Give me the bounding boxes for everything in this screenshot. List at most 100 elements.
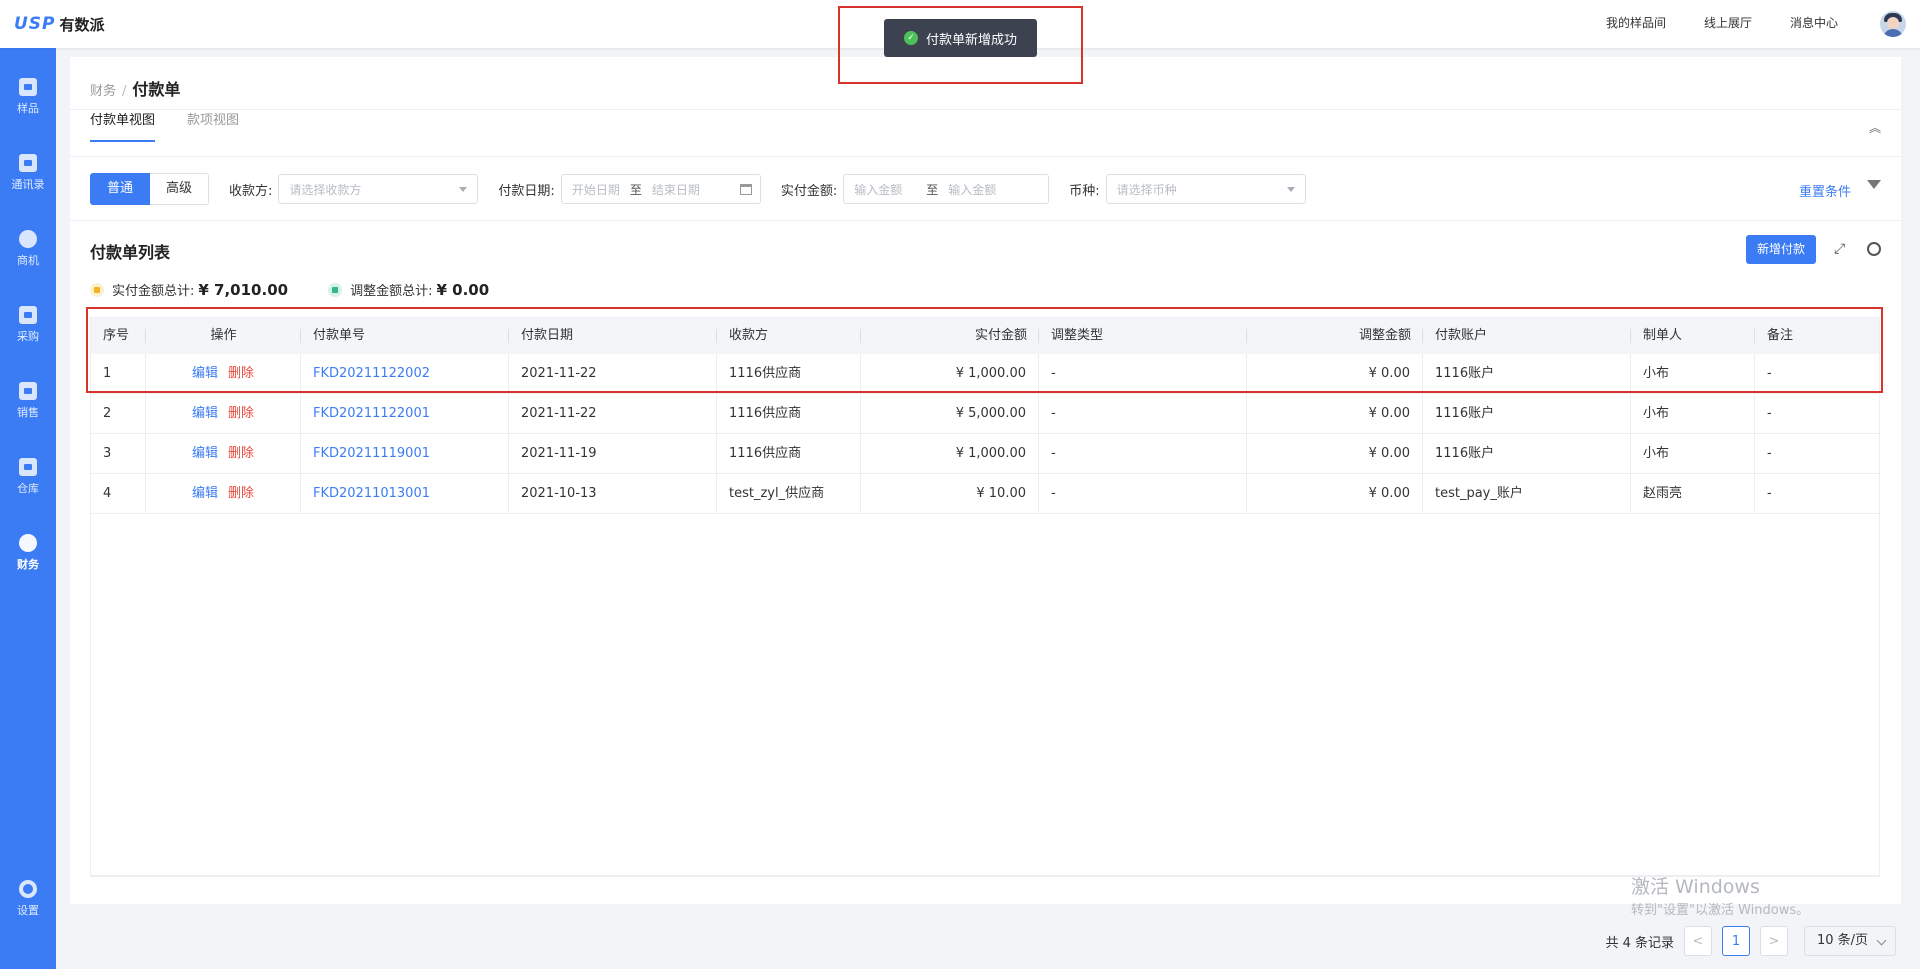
sidebar-item-contacts[interactable]: 通讯录 — [0, 154, 56, 214]
table-bottom-border — [91, 875, 1879, 876]
amount-range[interactable]: 输入金额 至 输入金额 — [843, 174, 1050, 204]
basket-icon — [19, 306, 37, 324]
col-adj: 调整金额 — [1247, 318, 1423, 354]
currency-select[interactable]: 请选择币种 — [1105, 174, 1306, 204]
edit-link[interactable]: 编辑 — [192, 406, 218, 421]
payee-select[interactable]: 请选择收款方 — [278, 174, 479, 204]
amount-label: 实付金额: — [780, 183, 838, 199]
edit-link[interactable]: 编辑 — [192, 486, 218, 501]
cell-payee: 1116供应商 — [717, 434, 861, 474]
payment-code-link[interactable]: FKD20211122001 — [313, 406, 430, 421]
total-adjust-label: 调整金额总计: — [350, 284, 433, 299]
tab-payment-view[interactable]: 付款单视图 — [90, 109, 156, 142]
settings-gear-icon[interactable] — [1867, 242, 1881, 256]
cell-actions: 编辑 删除 — [146, 394, 301, 434]
cell-adj-type: - — [1039, 354, 1247, 394]
totals-summary: 实付金额总计: ¥ 7,010.00 调整金额总计: ¥ 0.00 — [90, 280, 529, 299]
logo[interactable]: USP 有数派 — [14, 13, 105, 35]
avatar-body — [1883, 29, 1903, 37]
col-no: 序号 — [91, 318, 146, 354]
clipboard-check-icon — [19, 382, 37, 400]
col-payee: 收款方 — [717, 318, 861, 354]
sidebar-item-purchase[interactable]: 采购 — [0, 306, 56, 366]
divider — [70, 109, 1901, 110]
total-paid-label: 实付金额总计: — [112, 284, 195, 299]
mode-advanced-button[interactable]: 高级 — [150, 173, 210, 205]
tab-item-view[interactable]: 款项视图 — [187, 109, 239, 142]
cell-paid: ¥ 1,000.00 — [861, 434, 1039, 474]
nav-my-sample-room[interactable]: 我的样品间 — [1606, 14, 1666, 31]
payment-code-link[interactable]: FKD20211013001 — [313, 486, 430, 501]
sidebar-item-settings[interactable]: 设置 — [0, 880, 56, 940]
avatar[interactable] — [1880, 11, 1906, 37]
filter-icon[interactable] — [1867, 180, 1881, 189]
sidebar-item-label: 通讯录 — [11, 178, 45, 191]
date-start-placeholder: 开始日期 — [571, 182, 620, 197]
total-adjust-value: ¥ 0.00 — [436, 280, 490, 299]
sidebar-item-samples[interactable]: 样品 — [0, 78, 56, 138]
total-adjust: 调整金额总计: ¥ 0.00 — [328, 280, 489, 299]
money-bag-icon — [19, 534, 37, 552]
cell-paid: ¥ 10.00 — [861, 474, 1039, 514]
currency-label: 币种: — [1069, 183, 1100, 199]
edit-link[interactable]: 编辑 — [192, 446, 218, 461]
delete-link[interactable]: 删除 — [228, 366, 254, 381]
sidebar-item-opportunities[interactable]: 商机 — [0, 230, 56, 290]
table-row: 3 编辑 删除 FKD20211119001 2021-11-19 1116供应商… — [91, 434, 1879, 474]
col-maker: 制单人 — [1631, 318, 1755, 354]
cell-payee: test_zyl_供应商 — [717, 474, 861, 514]
cell-account: 1116账户 — [1423, 434, 1631, 474]
cell-adj: ¥ 0.00 — [1247, 354, 1423, 394]
cell-note: - — [1767, 486, 1772, 501]
breadcrumb-separator: / — [122, 84, 127, 99]
fullscreen-icon[interactable]: ⤢ — [1834, 242, 1848, 256]
nav-online-showroom[interactable]: 线上展厅 — [1704, 14, 1752, 31]
date-range-to: 至 — [629, 182, 642, 197]
reset-filters-button[interactable]: 重置条件 — [1799, 181, 1851, 200]
nav-message-center[interactable]: 消息中心 — [1790, 14, 1838, 31]
payment-code-link[interactable]: FKD20211119001 — [313, 446, 430, 461]
total-paid: 实付金额总计: ¥ 7,010.00 — [90, 280, 288, 299]
caret-down-icon — [459, 187, 468, 192]
pagination-total: 共 4 条记录 — [1605, 935, 1674, 951]
cell-date: 2021-11-19 — [509, 434, 717, 474]
table-row: 4 编辑 删除 FKD20211013001 2021-10-13 test_zy… — [91, 474, 1879, 514]
cell-payee: 1116供应商 — [717, 354, 861, 394]
cell-actions: 编辑 删除 — [146, 474, 301, 514]
mode-normal-button[interactable]: 普通 — [90, 173, 151, 205]
add-payment-button[interactable]: 新增付款 — [1745, 235, 1816, 264]
sidebar-item-warehouse[interactable]: 仓库 — [0, 458, 56, 518]
date-end-placeholder: 结束日期 — [651, 182, 700, 197]
breadcrumb-parent[interactable]: 财务 — [90, 84, 116, 99]
cell-adj-type: - — [1039, 394, 1247, 434]
edit-link[interactable]: 编辑 — [192, 366, 218, 381]
sidebar-item-finance[interactable]: 财务 — [0, 534, 56, 594]
prev-page-button[interactable]: < — [1684, 926, 1712, 956]
amount-max-placeholder: 输入金额 — [948, 182, 997, 197]
page-title: 付款单 — [132, 80, 181, 99]
delete-link[interactable]: 删除 — [228, 486, 254, 501]
warehouse-icon — [19, 458, 37, 476]
logo-mark: USP — [14, 14, 56, 34]
payment-date-range[interactable]: 开始日期 至 结束日期 — [560, 174, 761, 204]
payment-code-link[interactable]: FKD20211122002 — [313, 366, 430, 381]
page-size-select[interactable]: 10 条/页 — [1804, 926, 1896, 956]
main-card: 财务 / 付款单 付款单视图 款项视图 ︽ 普通 高级 收款方: 请选择收款方 付款… — [70, 57, 1901, 904]
gear-icon — [19, 880, 37, 898]
next-page-button[interactable]: > — [1760, 926, 1788, 956]
col-actions: 操作 — [146, 318, 301, 354]
divider — [70, 220, 1901, 221]
delete-link[interactable]: 删除 — [228, 406, 254, 421]
sidebar-item-label: 财务 — [17, 558, 39, 571]
chevron-double-up-icon[interactable]: ︽ — [1869, 122, 1881, 135]
page-1-button[interactable]: 1 — [1722, 926, 1750, 956]
col-adj-type: 调整类型 — [1039, 318, 1247, 354]
sidebar-item-sales[interactable]: 销售 — [0, 382, 56, 442]
adjust-icon — [328, 282, 343, 297]
logo-text: 有数派 — [59, 15, 105, 34]
cell-maker: 小布 — [1631, 394, 1755, 434]
delete-link[interactable]: 删除 — [228, 446, 254, 461]
cell-paid: ¥ 5,000.00 — [861, 394, 1039, 434]
sidebar-item-label: 设置 — [17, 904, 39, 917]
sidebar-item-label: 商机 — [17, 254, 39, 267]
